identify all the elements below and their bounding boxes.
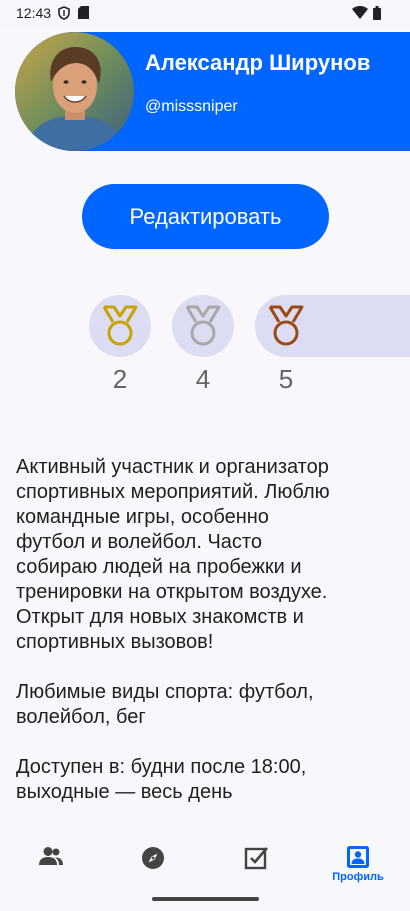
home-indicator[interactable] bbox=[152, 897, 259, 901]
silver-medal-count: 4 bbox=[195, 364, 211, 394]
sd-card-icon bbox=[78, 6, 89, 24]
checkbox-icon bbox=[244, 847, 268, 870]
nav-item-tasks[interactable] bbox=[205, 834, 307, 894]
gold-medal-icon bbox=[102, 305, 138, 346]
gold-medal-count: 2 bbox=[112, 364, 128, 394]
battery-icon bbox=[373, 6, 381, 25]
nav-item-explore[interactable] bbox=[102, 834, 204, 894]
gold-medal[interactable] bbox=[89, 295, 151, 357]
user-handle: @misssniper bbox=[145, 98, 238, 115]
profile-icon bbox=[347, 846, 369, 868]
avatar[interactable] bbox=[15, 32, 134, 151]
nav-label-profile: Профиль bbox=[332, 871, 384, 883]
nav-item-profile[interactable]: Профиль bbox=[307, 834, 409, 894]
profile-bio: Активный участник и организатор спортивн… bbox=[16, 456, 330, 803]
bronze-medal-icon bbox=[268, 305, 304, 346]
status-bar: 12:43 bbox=[0, 0, 410, 28]
user-name: Александр Ширунов bbox=[145, 50, 371, 75]
bronze-medal-count: 5 bbox=[278, 364, 294, 394]
compass-icon bbox=[142, 847, 164, 869]
edit-profile-button[interactable]: Редактировать bbox=[82, 184, 329, 249]
shield-icon bbox=[58, 6, 70, 25]
wifi-icon bbox=[352, 6, 368, 25]
status-time: 12:43 bbox=[16, 5, 52, 21]
bronze-medal[interactable] bbox=[255, 295, 317, 357]
silver-medal-icon bbox=[185, 305, 221, 346]
nav-item-people[interactable] bbox=[0, 834, 102, 894]
people-icon bbox=[39, 847, 63, 865]
silver-medal[interactable] bbox=[172, 295, 234, 357]
